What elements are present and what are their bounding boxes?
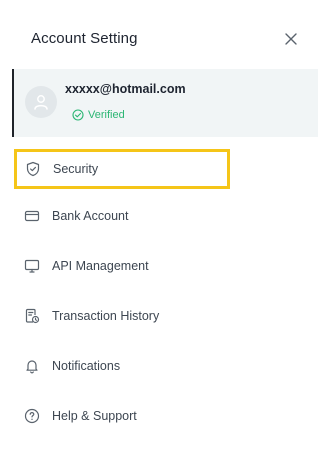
- question-circle-icon: [23, 407, 41, 425]
- bell-icon: [23, 357, 41, 375]
- account-email: xxxxx@hotmail.com: [65, 82, 186, 96]
- page-title: Account Setting: [31, 30, 138, 47]
- menu-item-label: Help & Support: [52, 409, 137, 423]
- panel-header: Account Setting: [0, 0, 322, 70]
- document-clock-icon: [23, 307, 41, 325]
- menu-item-api-management[interactable]: API Management: [14, 248, 228, 284]
- menu-item-bank-account[interactable]: Bank Account: [14, 198, 228, 234]
- menu-item-label: Transaction History: [52, 309, 160, 323]
- monitor-icon: [23, 257, 41, 275]
- menu-item-transaction-history[interactable]: Transaction History: [14, 298, 228, 334]
- menu-item-help-support[interactable]: Help & Support: [14, 398, 228, 434]
- user-icon: [34, 95, 48, 110]
- close-button[interactable]: [282, 30, 300, 48]
- avatar[interactable]: [25, 86, 57, 118]
- menu-item-label: Notifications: [52, 359, 121, 373]
- menu-item-notifications[interactable]: Notifications: [14, 348, 228, 384]
- verified-label: Verified: [88, 109, 125, 121]
- credit-card-icon: [23, 207, 41, 225]
- menu-item-label: API Management: [52, 259, 149, 273]
- close-icon: [285, 33, 297, 45]
- menu-item-label: Security: [53, 162, 99, 176]
- account-card: xxxxx@hotmail.com Verified: [12, 69, 318, 137]
- menu-item-security[interactable]: Security: [14, 149, 230, 189]
- shield-check-icon: [24, 160, 42, 178]
- check-circle-icon: [72, 109, 84, 121]
- menu-item-label: Bank Account: [52, 209, 129, 223]
- verified-badge: Verified: [72, 109, 125, 121]
